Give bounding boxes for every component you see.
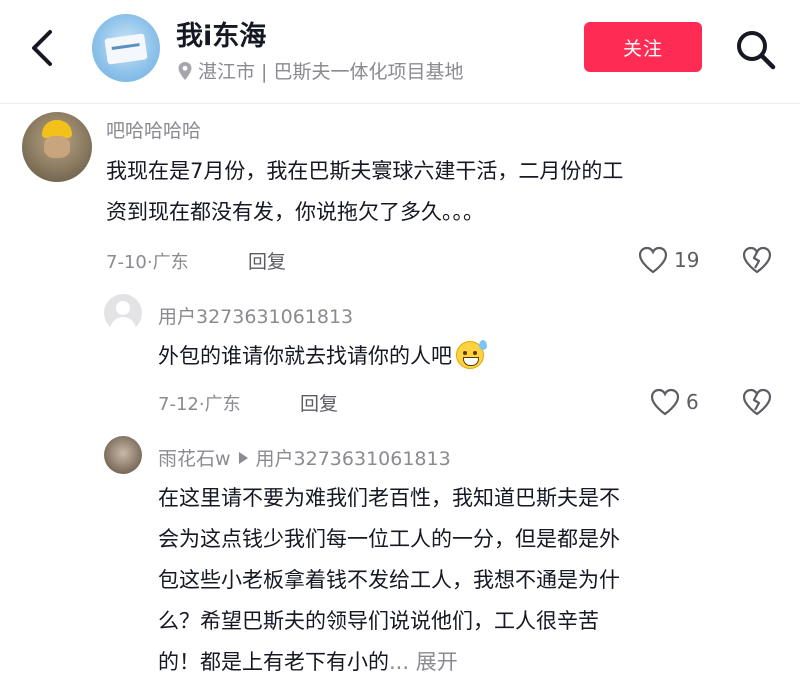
- heart-icon[interactable]: [638, 246, 668, 274]
- broken-heart-icon[interactable]: [742, 246, 772, 274]
- comment-text: 外包的谁请你就去找请你的人吧: [158, 336, 487, 377]
- comment-meta: 7-10·广东: [106, 252, 189, 273]
- comment-text-line: 资到现在都没有发，你说拖欠了多久。。。: [106, 200, 484, 224]
- account-title[interactable]: 我i东海: [176, 14, 266, 53]
- comment-text-line: 在这里请不要为难我们老百性，我知道巴斯夫是不: [158, 486, 620, 510]
- comment-text-line: 外包的谁请你就去找请你的人吧: [158, 344, 452, 368]
- avatar[interactable]: [104, 436, 142, 474]
- reply-arrow-icon: [238, 452, 248, 464]
- reply-button[interactable]: 回复: [248, 247, 286, 274]
- header-divider: [0, 103, 800, 104]
- avatar[interactable]: [104, 294, 142, 332]
- avatar[interactable]: [22, 112, 92, 182]
- heart-icon[interactable]: [650, 388, 680, 416]
- account-avatar[interactable]: [92, 14, 160, 82]
- reply-button[interactable]: 回复: [300, 389, 338, 416]
- comment-text-line: 我现在是7月份，我在巴斯夫寰球六建干活，二月份的工: [106, 159, 624, 183]
- like-count: 19: [674, 248, 700, 272]
- comment-text-last: 的！都是上有老下有小的... 展开: [158, 642, 458, 680]
- location-pin-icon: [178, 61, 192, 80]
- search-icon[interactable]: [734, 28, 776, 70]
- location-text: 湛江市 | 巴斯夫一体化项目基地: [198, 61, 464, 83]
- comment-username[interactable]: 用户3273631061813: [158, 302, 353, 329]
- like-count: 6: [686, 390, 699, 414]
- location-line[interactable]: 湛江市 | 巴斯夫一体化项目基地: [178, 57, 463, 84]
- comment-text-line: 包这些小老板拿着钱不发给工人，我想不通是为什: [158, 568, 620, 592]
- comment-text-line: 么？希望巴斯夫的领导们说说他们，工人很辛苦: [158, 609, 599, 633]
- follow-button[interactable]: 关注: [584, 22, 702, 72]
- header: 我i东海 湛江市 | 巴斯夫一体化项目基地 关注: [0, 0, 800, 100]
- comment-text-line: 会为这点钱少我们每一位工人的一分，但是都是外: [158, 527, 620, 551]
- broken-heart-icon[interactable]: [742, 388, 772, 416]
- comment-meta: 7-12·广东: [158, 394, 241, 415]
- chevron-left-icon[interactable]: [24, 26, 60, 70]
- grinning-sweat-emoji-icon: [456, 340, 487, 369]
- expand-button[interactable]: ... 展开: [389, 650, 458, 674]
- comment-username-line: 雨花石w 用户3273631061813: [158, 444, 451, 471]
- comment-text-line: 的！都是上有老下有小的: [158, 650, 389, 674]
- comment-username[interactable]: 吧哈哈哈哈: [106, 116, 201, 143]
- reply-to-username[interactable]: 用户3273631061813: [256, 448, 451, 470]
- comment-username[interactable]: 雨花石w: [158, 448, 231, 470]
